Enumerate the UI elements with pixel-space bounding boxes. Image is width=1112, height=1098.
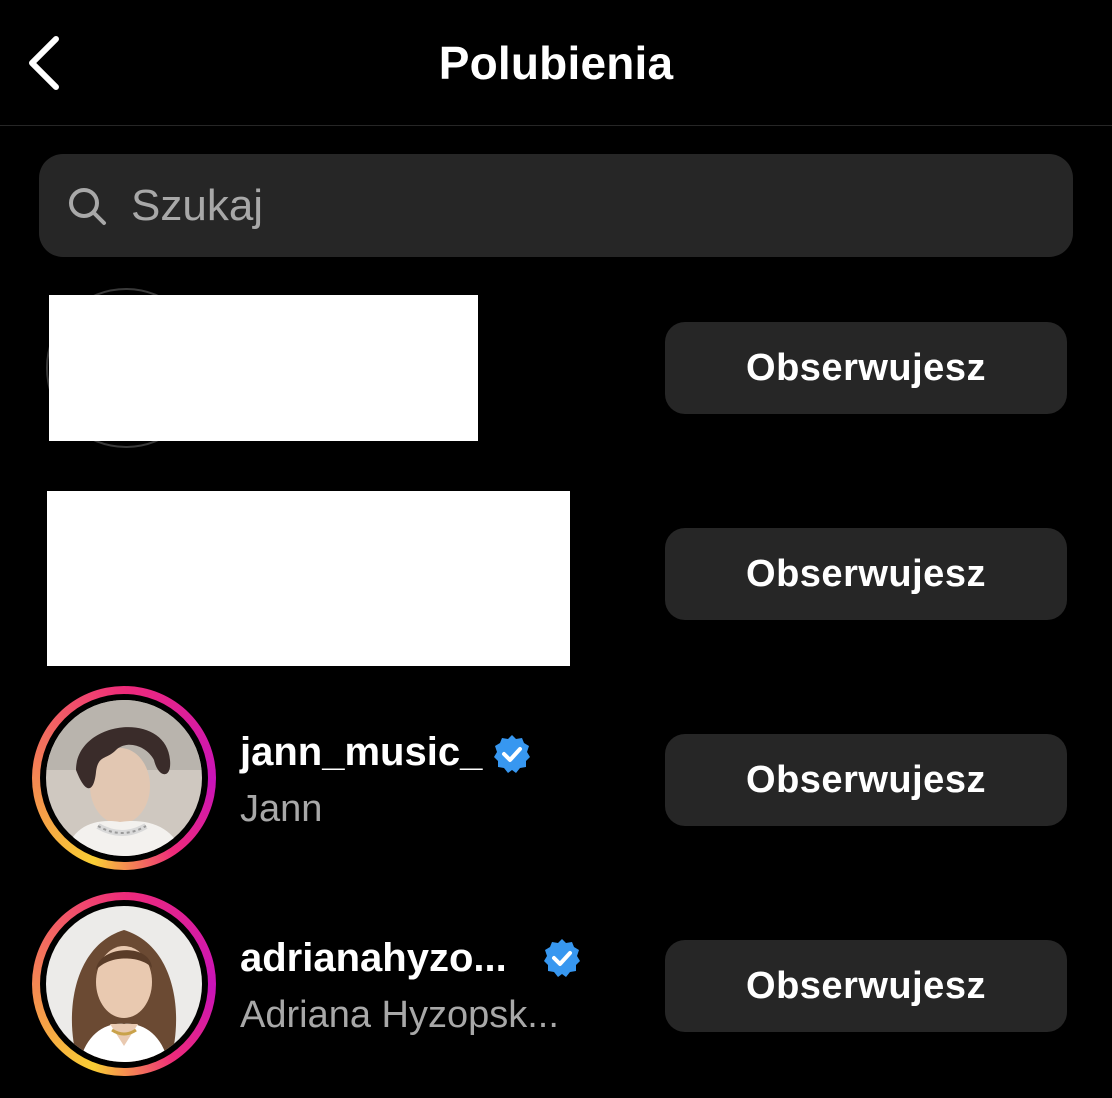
username[interactable]: jann_music_ <box>240 730 482 775</box>
full-name: Jann <box>240 788 323 830</box>
search-icon <box>69 188 106 225</box>
verified-badge-icon <box>544 939 580 977</box>
following-button[interactable]: Obserwujesz <box>665 940 1067 1032</box>
profile-photo <box>46 906 202 1062</box>
story-ring[interactable] <box>32 686 216 870</box>
list-item[interactable]: adrianahyzo... Adriana Hyzopsk... Obserw… <box>0 892 1112 1082</box>
redacted-block <box>47 491 570 666</box>
profile-photo <box>46 700 202 856</box>
top-bar: Polubienia <box>0 0 1112 126</box>
list-item[interactable]: jann_music_ Jann Obserwujesz <box>0 686 1112 876</box>
story-ring[interactable] <box>32 892 216 1076</box>
avatar <box>46 700 202 856</box>
list-item[interactable]: Obserwujesz <box>0 480 1112 670</box>
list-item[interactable]: Obserwujesz <box>0 274 1112 464</box>
search-input[interactable] <box>131 154 1031 257</box>
page-title: Polubienia <box>438 37 674 89</box>
verified-badge-icon <box>494 735 530 773</box>
username[interactable]: adrianahyzo... <box>240 936 507 981</box>
following-button[interactable]: Obserwujesz <box>665 528 1067 620</box>
avatar <box>46 906 202 1062</box>
redacted-block <box>49 295 478 441</box>
following-button[interactable]: Obserwujesz <box>665 322 1067 414</box>
following-button[interactable]: Obserwujesz <box>665 734 1067 826</box>
full-name: Adriana Hyzopsk... <box>240 994 559 1036</box>
search-bar[interactable] <box>39 154 1073 257</box>
